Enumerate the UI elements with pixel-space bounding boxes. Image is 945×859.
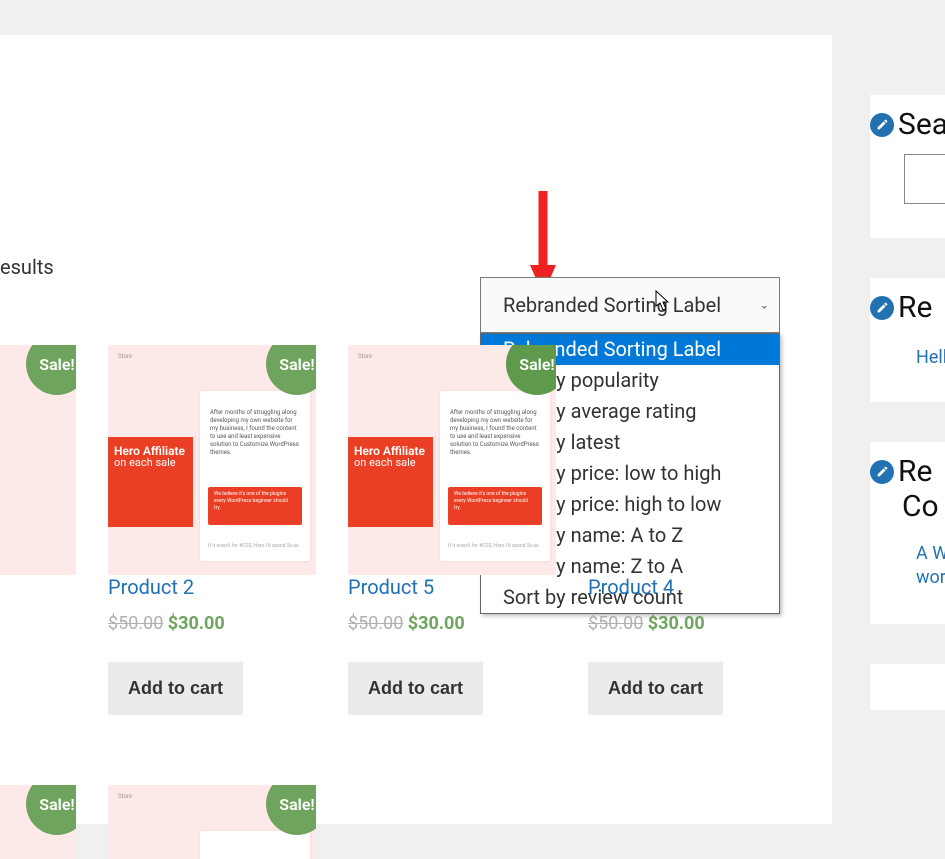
sale-badge: Sale!	[26, 345, 76, 395]
sort-select[interactable]: Rebranded Sorting Label ⌄	[480, 277, 780, 333]
edit-icon[interactable]	[870, 296, 894, 320]
sidebar-comments-heading: Re	[898, 454, 932, 489]
products-grid: Sale! Hero Affiliate on each sale . . Sa…	[0, 345, 796, 727]
sidebar-comments-heading-2: Co	[902, 489, 945, 524]
img-hero-sub: on each sale	[354, 457, 427, 469]
sidebar-comment-line1: A W	[916, 543, 945, 564]
product-card: Sale! Store After months of struggling a…	[348, 345, 556, 727]
price-new: $30.00	[648, 613, 705, 634]
edit-icon[interactable]	[870, 113, 894, 137]
sidebar-search-heading: Sear	[898, 107, 945, 142]
img-brand: Store	[358, 353, 372, 360]
product-card: Sale!	[0, 785, 76, 859]
product-price: $50.00 $30.00	[348, 613, 556, 634]
product-image[interactable]: Sale! Store	[108, 785, 316, 859]
sale-badge: Sale!	[506, 345, 556, 395]
img-hero-sub: on each sale	[114, 457, 187, 469]
product-price: $50.00 $30.00	[588, 613, 796, 634]
img-brand: Store	[118, 353, 132, 360]
product-price: $50.00 $30.00	[108, 613, 316, 634]
product-image[interactable]: Sale! Store After months of struggling a…	[108, 345, 316, 575]
sidebar-comments-text[interactable]: A W worl	[916, 542, 945, 590]
price-new: $30.00	[408, 613, 465, 634]
price-new: $30.00	[168, 613, 225, 634]
add-to-cart-button[interactable]: Add to cart	[588, 662, 723, 715]
price-old: $50.00	[348, 613, 403, 634]
chevron-down-icon: ⌄	[760, 299, 769, 312]
sidebar-widget-extra	[870, 664, 945, 710]
sidebar-comment-line2: worl	[916, 567, 945, 588]
sidebar-widget-recent: Re Hello	[870, 278, 945, 402]
sale-badge: Sale!	[266, 345, 316, 395]
img-foot: If it wasn't for #CSS, Hero I'd spend 5x…	[448, 543, 539, 549]
img-orange-text: We believe it's one of the plugins every…	[208, 487, 302, 516]
img-orange-text: We believe it's one of the plugins every…	[448, 487, 542, 516]
img-testimonial: After months of struggling along develop…	[440, 391, 550, 457]
product-image[interactable]: Sale! Hero Affiliate on each sale	[0, 345, 76, 575]
img-testimonial: After months of struggling along develop…	[200, 391, 310, 457]
add-to-cart-button[interactable]: Add to cart	[348, 662, 483, 715]
sidebar-widget-search: Sear	[870, 95, 945, 238]
product-title-link[interactable]: Product 2	[108, 575, 194, 599]
sort-selected-label: Rebranded Sorting Label	[503, 293, 721, 317]
product-image[interactable]: Sale!	[0, 785, 76, 859]
img-foot: If it wasn't for #CSS, Hero I'd spend 5x…	[208, 543, 299, 549]
sidebar-recent-heading: Re	[898, 290, 932, 325]
product-image[interactable]: Sale! Store After months of struggling a…	[348, 345, 556, 575]
sidebar-widget-comments: Re Co A W worl	[870, 442, 945, 624]
sidebar: Sear Re Hello Re Co A W worl	[870, 35, 945, 824]
results-count-label: esults	[0, 255, 54, 279]
edit-icon[interactable]	[870, 460, 894, 484]
product-card: Sale! Store	[108, 785, 316, 859]
add-to-cart-button[interactable]: Add to cart	[108, 662, 243, 715]
product-card: Product 4 $50.00 $30.00 Add to cart	[588, 345, 796, 727]
product-title-link[interactable]: Product 4	[588, 575, 674, 599]
sale-badge: Sale!	[266, 785, 316, 835]
price-old: $50.00	[588, 613, 643, 634]
price-old: $50.00	[108, 613, 163, 634]
products-grid-row2: Sale! Sale! Store	[0, 785, 316, 859]
img-brand: Store	[118, 793, 132, 800]
product-card: Sale! Hero Affiliate on each sale . .	[0, 345, 76, 727]
sale-badge: Sale!	[26, 785, 76, 835]
search-input[interactable]	[904, 154, 945, 204]
sidebar-recent-link[interactable]: Hello	[916, 347, 945, 368]
product-card: Sale! Store After months of struggling a…	[108, 345, 316, 727]
product-title-link[interactable]: Product 5	[348, 575, 434, 599]
main-content: esults Rebranded Sorting Label ⌄ Rebrand…	[0, 35, 832, 824]
